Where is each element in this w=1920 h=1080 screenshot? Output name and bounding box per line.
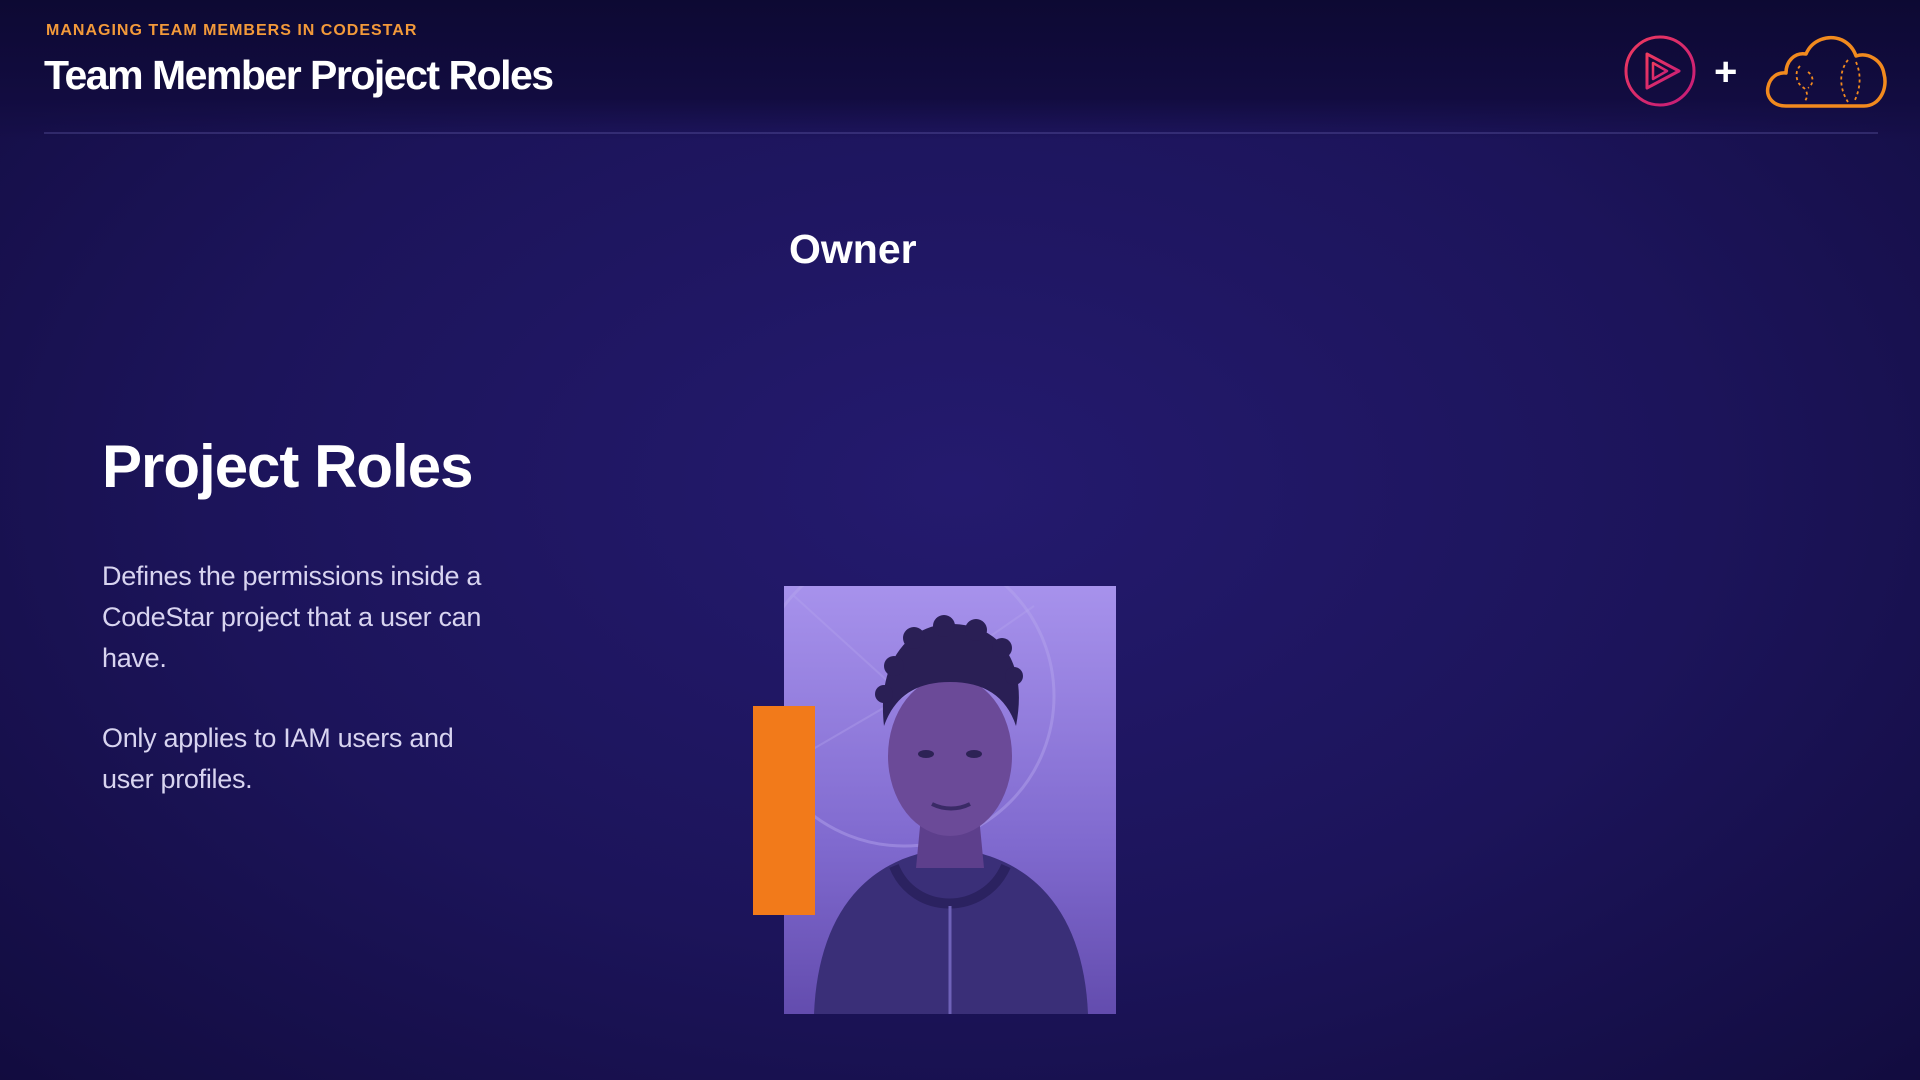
section-heading: Project Roles — [102, 433, 473, 500]
person-photo — [784, 586, 1116, 1014]
scope-paragraph: Only applies to IAM users and user profi… — [102, 723, 454, 794]
slide-eyebrow: MANAGING TEAM MEMBERS IN CODESTAR — [46, 22, 418, 39]
pluralsight-play-icon — [1624, 35, 1696, 107]
header-divider — [44, 132, 1878, 134]
cloud-icon — [1765, 35, 1887, 108]
description-paragraph: Defines the permissions inside a CodeSta… — [102, 561, 482, 673]
page-title: Team Member Project Roles — [44, 52, 554, 98]
person-illustration — [784, 586, 1116, 1014]
plus-icon: + — [1714, 50, 1738, 94]
accent-bar — [753, 706, 815, 915]
role-heading: Owner — [789, 226, 917, 272]
